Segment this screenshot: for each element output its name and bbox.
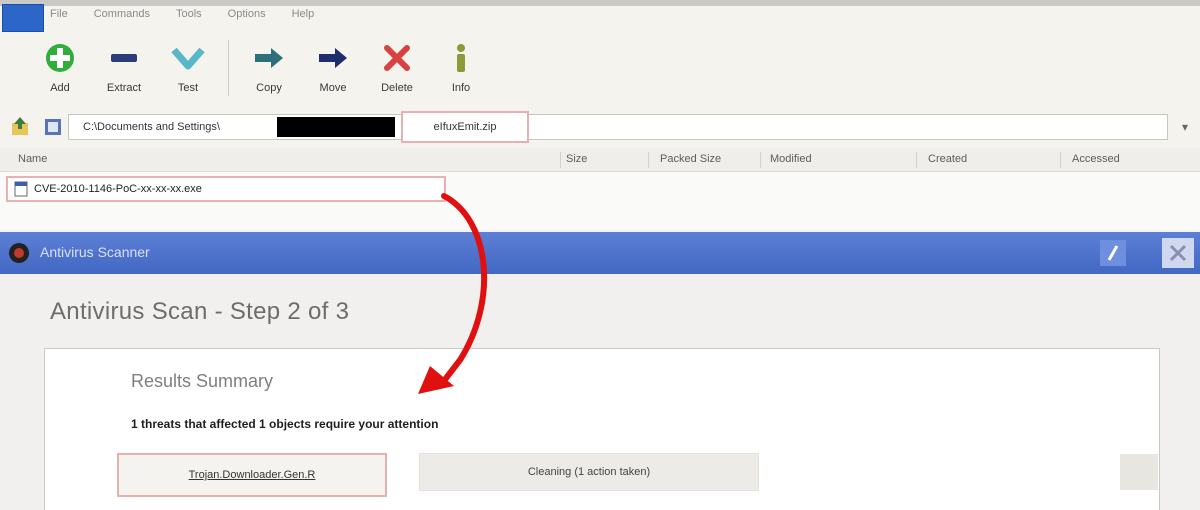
chevron-down-icon[interactable] bbox=[1120, 454, 1158, 490]
table-row[interactable]: CVE-2010-1146-PoC-xx-xx-xx.exe bbox=[6, 176, 446, 202]
column-separator bbox=[560, 152, 561, 168]
results-summary-heading: Results Summary bbox=[131, 371, 274, 391]
chevron-down-icon[interactable]: ▾ bbox=[1174, 115, 1196, 139]
menu-item-help[interactable]: Help bbox=[292, 8, 315, 28]
add-label: Add bbox=[50, 82, 70, 94]
address-bar: C:\Documents and Settings\ eIfuxEmit.zip… bbox=[8, 111, 1196, 143]
archive-manager-window: File Commands Tools Options Help Add Ext… bbox=[0, 0, 1200, 232]
archive-filename: eIfuxEmit.zip bbox=[401, 111, 529, 143]
menu-bar: File Commands Tools Options Help bbox=[50, 8, 314, 28]
move-icon bbox=[319, 48, 347, 68]
path-prefix: C:\Documents and Settings\ bbox=[83, 121, 220, 133]
copy-icon bbox=[255, 48, 283, 68]
column-modified[interactable]: Modified bbox=[770, 153, 812, 165]
results-panel: Results Summary 1 threats that affected … bbox=[44, 348, 1160, 510]
window-title-strip bbox=[0, 0, 1200, 6]
action-select[interactable]: Cleaning (1 action taken) bbox=[419, 453, 1158, 491]
file-list-header: Name Size Packed Size Modified Created A… bbox=[0, 148, 1200, 172]
menu-item-file[interactable]: File bbox=[50, 8, 68, 28]
column-packed-size[interactable]: Packed Size bbox=[660, 153, 721, 165]
add-button[interactable]: Add bbox=[28, 40, 92, 102]
add-icon bbox=[46, 44, 74, 72]
move-label: Move bbox=[319, 82, 347, 94]
help-icon[interactable] bbox=[1100, 240, 1126, 266]
results-summary-text: 1 threats that affected 1 objects requir… bbox=[131, 417, 439, 431]
extract-label: Extract bbox=[106, 82, 142, 94]
archiver-app-icon[interactable] bbox=[2, 4, 44, 32]
test-label: Test bbox=[177, 82, 199, 94]
menu-item-options[interactable]: Options bbox=[228, 8, 266, 28]
info-icon bbox=[457, 44, 465, 72]
delete-button[interactable]: Delete bbox=[365, 40, 429, 102]
column-separator bbox=[760, 152, 761, 168]
column-separator bbox=[916, 152, 917, 168]
file-name: CVE-2010-1146-PoC-xx-xx-xx.exe bbox=[34, 183, 202, 195]
threat-object-button[interactable]: Trojan.Downloader.Gen.R bbox=[117, 453, 387, 497]
info-button[interactable]: Info bbox=[429, 40, 493, 102]
antivirus-logo-icon bbox=[9, 243, 29, 263]
toolbar-separator bbox=[228, 40, 229, 96]
toolbar: Add Extract Test Copy Move Delete Info bbox=[28, 40, 493, 102]
test-icon bbox=[171, 47, 205, 70]
close-icon[interactable] bbox=[1162, 238, 1194, 268]
file-list: CVE-2010-1146-PoC-xx-xx-xx.exe bbox=[0, 172, 1200, 230]
move-button[interactable]: Move bbox=[301, 40, 365, 102]
step-title: Antivirus Scan - Step 2 of 3 bbox=[50, 298, 350, 325]
executable-file-icon bbox=[14, 181, 28, 197]
column-name[interactable]: Name bbox=[18, 153, 47, 165]
up-folder-icon[interactable] bbox=[8, 115, 32, 139]
extract-icon bbox=[111, 54, 137, 62]
column-created[interactable]: Created bbox=[928, 153, 967, 165]
action-text: Cleaning (1 action taken) bbox=[527, 466, 651, 478]
annotation-arrow-icon bbox=[418, 193, 488, 394]
column-size[interactable]: Size bbox=[566, 153, 587, 165]
copy-label: Copy bbox=[256, 82, 282, 94]
delete-label: Delete bbox=[381, 82, 413, 94]
copy-button[interactable]: Copy bbox=[237, 40, 301, 102]
column-accessed[interactable]: Accessed bbox=[1072, 153, 1120, 165]
info-label: Info bbox=[451, 82, 471, 94]
delete-icon bbox=[384, 45, 410, 71]
window-title: Antivirus Scanner bbox=[40, 244, 150, 260]
extract-button[interactable]: Extract bbox=[92, 40, 156, 102]
menu-item-tools[interactable]: Tools bbox=[176, 8, 202, 28]
redacted-path-segment bbox=[277, 117, 395, 137]
path-input[interactable]: C:\Documents and Settings\ eIfuxEmit.zip bbox=[68, 111, 1168, 143]
test-button[interactable]: Test bbox=[156, 40, 220, 102]
column-separator bbox=[648, 152, 649, 168]
antivirus-window: Antivirus Scanner Antivirus Scan - Step … bbox=[0, 232, 1200, 510]
column-separator bbox=[1060, 152, 1061, 168]
window-title-bar: Antivirus Scanner bbox=[0, 232, 1200, 274]
menu-item-commands[interactable]: Commands bbox=[94, 8, 150, 28]
archive-path-icon bbox=[45, 119, 61, 135]
